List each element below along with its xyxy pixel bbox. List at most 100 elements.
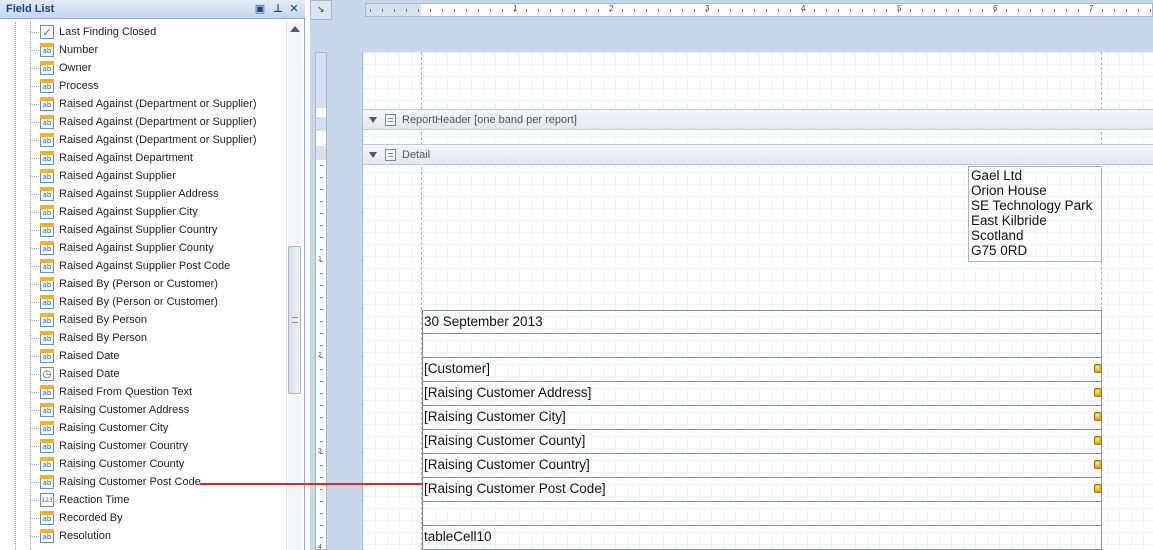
tree-connector — [30, 68, 39, 69]
ruler-number: 4 — [318, 544, 322, 550]
smart-tag-icon[interactable] — [1094, 460, 1102, 469]
field-item[interactable]: ab Raised From Question Text — [0, 383, 286, 401]
field-item-label: Raised From Question Text — [59, 386, 193, 398]
ruler-tick — [320, 249, 323, 250]
field-list-scrollbar[interactable] — [286, 22, 302, 550]
field-item[interactable]: ab Raised Against Supplier City — [0, 203, 286, 221]
smart-tag-icon[interactable] — [1094, 364, 1102, 373]
field-item[interactable]: ab Raised By Person — [0, 311, 286, 329]
band-report-icon — [385, 114, 396, 126]
field-item[interactable]: ab Raised Against (Department or Supplier… — [0, 113, 286, 131]
table-cell[interactable]: [Raising Customer County] — [422, 430, 1102, 454]
ruler-tick — [430, 9, 431, 12]
scrollbar-thumb[interactable] — [288, 246, 301, 394]
ruler-corner[interactable]: ↘ — [310, 0, 332, 20]
ruler-tick — [320, 309, 323, 310]
ruler-tick — [814, 9, 815, 12]
field-item[interactable]: ab Raising Customer Post Code — [0, 473, 286, 491]
field-item[interactable]: ab Raising Customer County — [0, 455, 286, 473]
ruler-tick — [320, 393, 323, 394]
field-item[interactable]: ab Resolution — [0, 527, 286, 545]
tree-connector — [30, 194, 39, 195]
table-cell-text: 30 September 2013 — [424, 314, 543, 329]
field-item[interactable]: ab Raising Customer Country — [0, 437, 286, 455]
field-item[interactable]: ab Owner — [0, 59, 286, 77]
string-field-icon: ab — [40, 61, 54, 75]
field-item[interactable]: ab Raised Against Supplier Post Code — [0, 257, 286, 275]
field-item[interactable]: ab Raised Against (Department or Supplier… — [0, 95, 286, 113]
table-cell[interactable]: [Raising Customer Country] — [422, 454, 1102, 478]
band-report-header[interactable]: ReportHeader [one band per report] — [363, 109, 1153, 130]
field-item[interactable]: ab Raising Customer City — [0, 419, 286, 437]
table-cell[interactable]: tableCell10 — [422, 526, 1102, 550]
scroll-up-icon[interactable] — [290, 26, 300, 32]
ruler-tick — [874, 9, 875, 12]
tree-connector — [30, 284, 39, 285]
field-item[interactable]: ab Raised By Person — [0, 329, 286, 347]
field-item-label: Raised Against (Department or Supplier) — [59, 98, 257, 110]
ruler-tick — [946, 9, 947, 12]
field-item[interactable]: ab Raising Customer Address — [0, 401, 286, 419]
field-item-label: Resolution — [59, 530, 111, 542]
field-item-label: Reaction Time — [59, 494, 130, 506]
string-field-icon: ab — [40, 79, 54, 93]
band-detail[interactable]: Detail — [363, 144, 1153, 165]
string-field-icon: ab — [40, 205, 54, 219]
table-cell[interactable] — [422, 502, 1102, 526]
tree-connector — [30, 212, 39, 213]
field-item[interactable]: ab Raised Against Supplier County — [0, 239, 286, 257]
field-item[interactable]: ab Process — [0, 77, 286, 95]
smart-tag-icon[interactable] — [1094, 388, 1102, 397]
string-field-icon: ab — [40, 151, 54, 165]
field-item[interactable]: ab Raised Against (Department or Supplier… — [0, 131, 286, 149]
field-item[interactable]: ab Raised Against Supplier Country — [0, 221, 286, 239]
close-icon[interactable]: ✕ — [287, 2, 301, 16]
address-line: Orion House — [971, 183, 1047, 198]
ruler-tick — [1018, 9, 1019, 12]
smart-tag-icon[interactable] — [1094, 412, 1102, 421]
ruler-tick — [922, 9, 923, 12]
ruler-band-area — [316, 53, 326, 108]
corner-arrow-icon: ↘ — [317, 4, 325, 14]
ruler-tick — [320, 189, 323, 190]
report-page[interactable]: ReportHeader [one band per report] Detai… — [362, 52, 1153, 550]
table-cell[interactable]: 30 September 2013 — [422, 310, 1102, 334]
field-item-label: Raising Customer County — [59, 458, 185, 470]
ruler-tick — [1114, 9, 1115, 12]
field-item[interactable]: ab Raised Against Supplier — [0, 167, 286, 185]
smart-tag-icon[interactable] — [1094, 436, 1102, 445]
tree-connector — [30, 356, 39, 357]
tree-connector — [30, 140, 39, 141]
tree-connector — [30, 104, 39, 105]
table-cell[interactable]: [Raising Customer Post Code] — [422, 478, 1102, 502]
band-detail-icon — [385, 149, 396, 161]
table-cell[interactable]: [Customer] — [422, 358, 1102, 382]
ruler-tick — [766, 9, 767, 12]
field-item[interactable]: ◷ Raised Date — [0, 365, 286, 383]
pin-icon[interactable]: ⊥ — [271, 2, 285, 16]
field-item[interactable]: ab Raised Against Department — [0, 149, 286, 167]
field-item[interactable]: ✓ Last Finding Closed — [0, 23, 286, 41]
field-item[interactable]: ab Raised Against Supplier Address — [0, 185, 286, 203]
field-item[interactable]: 123 Reaction Time — [0, 491, 286, 509]
table-cell[interactable] — [422, 334, 1102, 358]
tree-connector — [30, 536, 39, 537]
field-item[interactable]: ab Raised Date — [0, 347, 286, 365]
ruler-tick — [730, 9, 731, 12]
table-cell[interactable]: [Raising Customer City] — [422, 406, 1102, 430]
field-item[interactable]: ab Recorded By — [0, 509, 286, 527]
collapse-arrow-icon[interactable] — [369, 152, 377, 158]
collapse-arrow-icon[interactable] — [369, 117, 377, 123]
smart-tag-icon[interactable] — [1094, 484, 1102, 493]
field-item[interactable]: ab Raised By (Person or Customer) — [0, 293, 286, 311]
field-item[interactable]: ab Raised By (Person or Customer) — [0, 275, 286, 293]
ruler-tick — [1066, 9, 1067, 12]
address-label[interactable]: Gael Ltd Orion House SE Technology Park Eas… — [968, 166, 1102, 262]
string-field-icon: ab — [40, 475, 54, 489]
field-item[interactable]: ab Number — [0, 41, 286, 59]
tree-connector — [30, 302, 39, 303]
field-item-label: Raised Against Supplier — [59, 170, 176, 182]
table-cell[interactable]: [Raising Customer Address] — [422, 382, 1102, 406]
ruler-tick — [320, 405, 323, 406]
window-position-icon[interactable]: ▣ — [253, 2, 267, 16]
